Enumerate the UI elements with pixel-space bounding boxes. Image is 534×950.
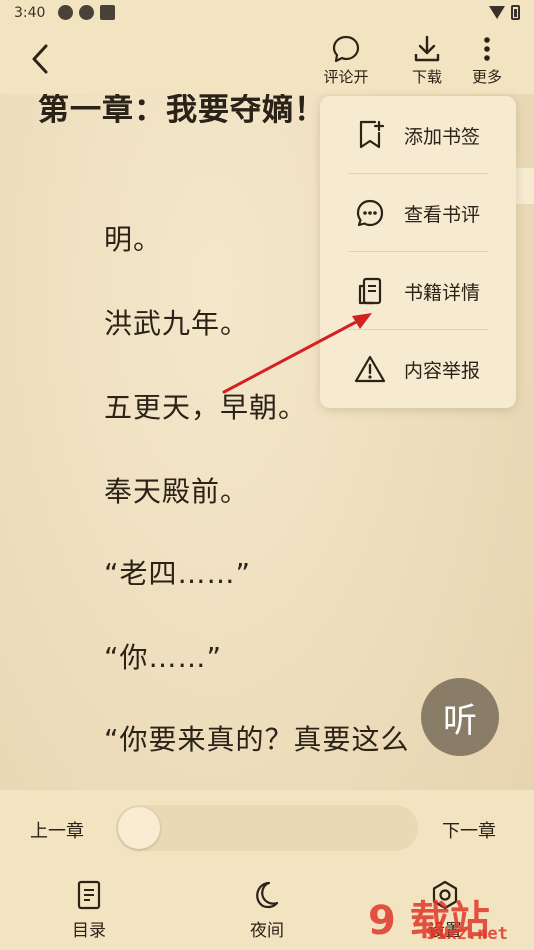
status-notification-icons [58,5,115,20]
menu-item-label: 添加书签 [404,125,481,148]
slider-handle[interactable] [118,807,160,849]
menu-item-label: 查看书评 [404,203,481,226]
reader-top-bar: 评论开 下载 更多 [0,28,534,94]
notification-icon [79,5,94,20]
paragraph: “老四……” [104,557,252,590]
download-icon [414,35,440,62]
nav-label: 目录 [72,921,106,941]
chevron-left-icon [32,44,48,74]
listen-button[interactable]: 听 [421,678,499,756]
status-bar: 3:40 [0,0,534,28]
status-system-icons [489,5,520,20]
chapter-title-text: 第一章：我要夺嫡！ [38,94,326,128]
more-vertical-icon [484,37,490,61]
bookmark-add-icon [359,120,384,149]
warning-icon [354,355,386,383]
more-button[interactable]: 更多 [457,34,517,87]
comment-icon [332,35,360,63]
paragraph: 洪武九年。 [104,307,250,340]
notification-icon [58,5,73,20]
status-time: 3:40 [14,5,46,21]
prev-chapter-button[interactable]: 上一章 [30,817,84,843]
book-detail-icon [358,277,382,305]
menu-item-label: 书籍详情 [404,281,481,304]
nav-catalog[interactable]: 目录 [49,878,129,941]
menu-item-book-details[interactable]: 书籍详情 [320,252,516,330]
paragraph: 五更天，早朝。 [104,391,308,424]
download-button[interactable]: 下载 [397,34,457,87]
wifi-icon [489,6,505,19]
comment-toggle-label: 评论开 [323,68,369,86]
nav-night-mode[interactable]: 夜间 [227,878,307,941]
next-chapter-button[interactable]: 下一章 [442,817,496,843]
menu-item-add-bookmark[interactable]: 添加书签 [320,96,516,174]
menu-item-label: 内容举报 [404,359,481,382]
nav-label: 夜间 [250,921,284,941]
notification-icon [100,5,115,20]
paragraph: 奉天殿前。 [104,475,250,508]
menu-item-view-reviews[interactable]: 查看书评 [320,174,516,252]
comment-dots-icon [356,199,384,227]
moon-icon [256,881,279,909]
menu-shadow-edge [516,168,534,204]
menu-item-report-content[interactable]: 内容举报 [320,330,516,408]
site-watermark: 9 载站 91xz.net [368,880,534,950]
paragraph: “你要来真的？真要这么 [104,723,410,756]
back-button[interactable] [26,42,56,76]
more-label: 更多 [471,68,502,86]
download-label: 下载 [411,68,442,86]
comment-toggle-button[interactable]: 评论开 [316,34,376,87]
paragraph: “你……” [104,641,223,674]
catalog-icon [77,880,101,910]
battery-icon [511,5,520,20]
watermark-domain: 91xz.net [426,924,508,944]
chapter-progress-slider[interactable] [116,805,418,851]
more-options-menu: 添加书签 查看书评 书籍详情 内容举报 [320,96,516,408]
paragraph: 明。 [104,223,163,256]
